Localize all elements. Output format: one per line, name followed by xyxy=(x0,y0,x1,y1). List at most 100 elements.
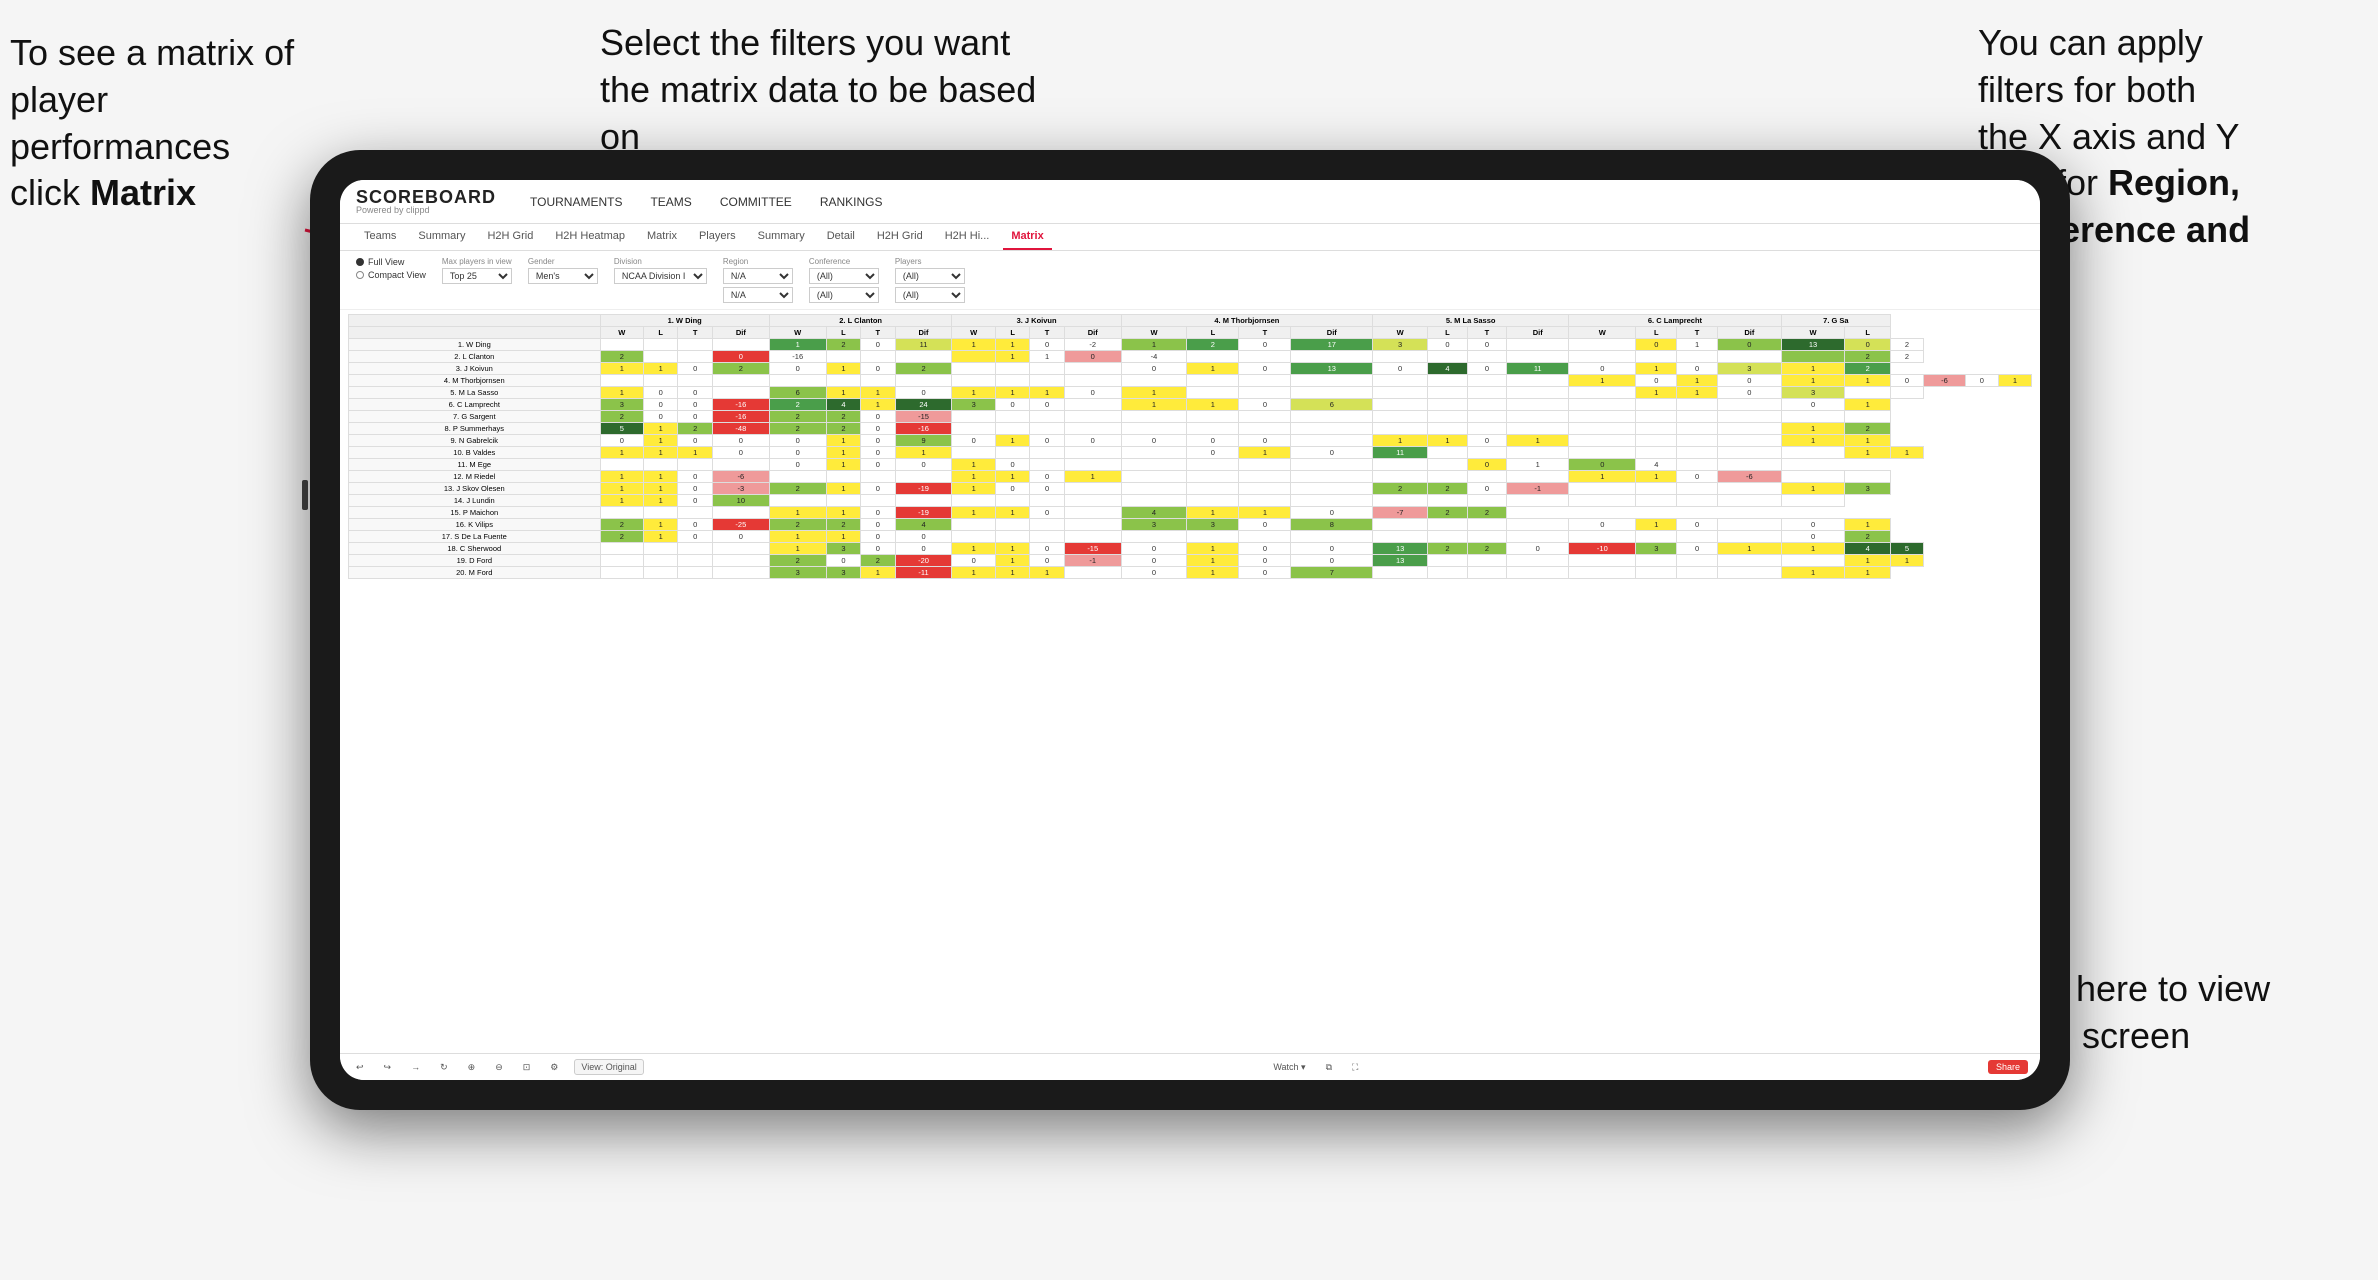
matrix-cell: 0 xyxy=(1121,555,1187,567)
matrix-cell xyxy=(600,543,643,555)
matrix-cell xyxy=(1467,471,1507,483)
matrix-cell: -4 xyxy=(1121,351,1187,363)
tab-h2h-hi[interactable]: H2H Hi... xyxy=(937,224,998,250)
h-l7: L xyxy=(1845,327,1891,339)
matrix-cell: 0 xyxy=(1030,483,1064,495)
matrix-cell xyxy=(1467,399,1507,411)
tab-summary2[interactable]: Summary xyxy=(750,224,813,250)
row-name: 4. M Thorbjornsen xyxy=(349,375,601,387)
matrix-cell xyxy=(1187,531,1239,543)
matrix-cell xyxy=(1891,387,1924,399)
matrix-cell xyxy=(1428,555,1468,567)
fullscreen-btn[interactable]: ⛶ xyxy=(1348,1060,1362,1075)
view-original-btn[interactable]: View: Original xyxy=(574,1059,643,1075)
matrix-cell xyxy=(712,387,769,399)
matrix-cell: 1 xyxy=(952,471,995,483)
matrix-cell xyxy=(643,567,677,579)
matrix-cell xyxy=(1239,423,1291,435)
matrix-cell: 13 xyxy=(1291,363,1373,375)
matrix-cell: 1 xyxy=(895,447,952,459)
matrix-cell: 1 xyxy=(1636,363,1677,375)
zoom-out-btn[interactable]: ⊖ xyxy=(491,1060,507,1075)
matrix-cell xyxy=(895,375,952,387)
matrix-cell xyxy=(995,447,1029,459)
matrix-cell xyxy=(1428,519,1468,531)
matrix-cell: 1 xyxy=(952,543,995,555)
nav-committee[interactable]: COMMITTEE xyxy=(716,193,796,211)
embed-btn[interactable]: ⧉ xyxy=(1322,1060,1336,1075)
gender-select[interactable]: Men's Women's xyxy=(528,268,598,284)
matrix-cell: 3 xyxy=(769,567,826,579)
matrix-cell xyxy=(1121,375,1187,387)
max-players-select[interactable]: Top 25 Top 50 xyxy=(442,268,512,284)
tab-summary1[interactable]: Summary xyxy=(410,224,473,250)
view-full-option[interactable]: Full View xyxy=(356,257,426,267)
matrix-cell: 0 xyxy=(1121,435,1187,447)
matrix-cell: 2 xyxy=(769,555,826,567)
matrix-cell xyxy=(1121,471,1187,483)
matrix-cell xyxy=(952,423,995,435)
row-name: 13. J Skov Olesen xyxy=(349,483,601,495)
tab-h2h-grid2[interactable]: H2H Grid xyxy=(869,224,931,250)
matrix-cell xyxy=(1569,567,1636,579)
tab-matrix1[interactable]: Matrix xyxy=(639,224,685,250)
matrix-cell: 0 xyxy=(1891,375,1924,387)
matrix-cell: -1 xyxy=(1064,555,1121,567)
matrix-cell xyxy=(678,543,712,555)
filter-gender: Gender Men's Women's xyxy=(528,257,598,284)
division-select[interactable]: NCAA Division I xyxy=(614,268,707,284)
zoom-in-btn[interactable]: ⊕ xyxy=(464,1060,480,1075)
players-select2[interactable]: (All) xyxy=(895,287,965,303)
redo-btn[interactable]: ↪ xyxy=(380,1060,396,1075)
matrix-cell xyxy=(1187,459,1239,471)
row-name: 19. D Ford xyxy=(349,555,601,567)
matrix-cell: 1 xyxy=(1677,375,1718,387)
tab-teams[interactable]: Teams xyxy=(356,224,404,250)
matrix-cell: -6 xyxy=(1717,471,1781,483)
row-name: 11. M Ege xyxy=(349,459,601,471)
share-btn[interactable]: Share xyxy=(1988,1060,2028,1074)
conference-select1[interactable]: (All) xyxy=(809,268,879,284)
matrix-cell xyxy=(1677,483,1718,495)
matrix-cell: 0 xyxy=(769,363,826,375)
tab-players[interactable]: Players xyxy=(691,224,744,250)
h-w7: W xyxy=(1781,327,1845,339)
nav-rankings[interactable]: RANKINGS xyxy=(816,193,887,211)
players-select1[interactable]: (All) xyxy=(895,268,965,284)
nav-tournaments[interactable]: TOURNAMENTS xyxy=(526,193,626,211)
matrix-cell xyxy=(600,339,643,351)
tab-h2h-grid1[interactable]: H2H Grid xyxy=(479,224,541,250)
matrix-cell xyxy=(1030,423,1064,435)
nav-teams[interactable]: TEAMS xyxy=(646,193,695,211)
matrix-cell xyxy=(600,567,643,579)
matrix-cell: 0 xyxy=(861,519,895,531)
matrix-cell xyxy=(1373,471,1428,483)
region-select1[interactable]: N/A xyxy=(723,268,793,284)
matrix-cell xyxy=(1291,471,1373,483)
matrix-cell xyxy=(1121,411,1187,423)
matrix-cell: 1 xyxy=(1187,363,1239,375)
tab-detail[interactable]: Detail xyxy=(819,224,863,250)
h-dif5: Dif xyxy=(1507,327,1569,339)
matrix-cell: 5 xyxy=(600,423,643,435)
refresh-btn[interactable]: ↻ xyxy=(436,1060,452,1075)
settings-btn[interactable]: ⚙ xyxy=(546,1060,562,1075)
watch-btn[interactable]: Watch ▾ xyxy=(1269,1060,1309,1075)
tab-matrix-active[interactable]: Matrix xyxy=(1003,224,1051,250)
matrix-cell: 0 xyxy=(861,543,895,555)
nav-items: TOURNAMENTS TEAMS COMMITTEE RANKINGS xyxy=(526,193,886,211)
matrix-cell xyxy=(1507,447,1569,459)
view-compact-option[interactable]: Compact View xyxy=(356,270,426,280)
matrix-cell xyxy=(1467,423,1507,435)
matrix-cell xyxy=(952,351,995,363)
undo-btn[interactable]: ↩ xyxy=(352,1060,368,1075)
matrix-cell: 2 xyxy=(769,399,826,411)
forward-btn[interactable]: → xyxy=(407,1060,424,1074)
fit-btn[interactable]: ⊡ xyxy=(519,1060,535,1075)
matrix-cell xyxy=(995,411,1029,423)
conference-select2[interactable]: (All) xyxy=(809,287,879,303)
matrix-cell xyxy=(1467,531,1507,543)
matrix-cell: 2 xyxy=(826,423,860,435)
region-select2[interactable]: N/A xyxy=(723,287,793,303)
tab-h2h-heatmap[interactable]: H2H Heatmap xyxy=(547,224,633,250)
